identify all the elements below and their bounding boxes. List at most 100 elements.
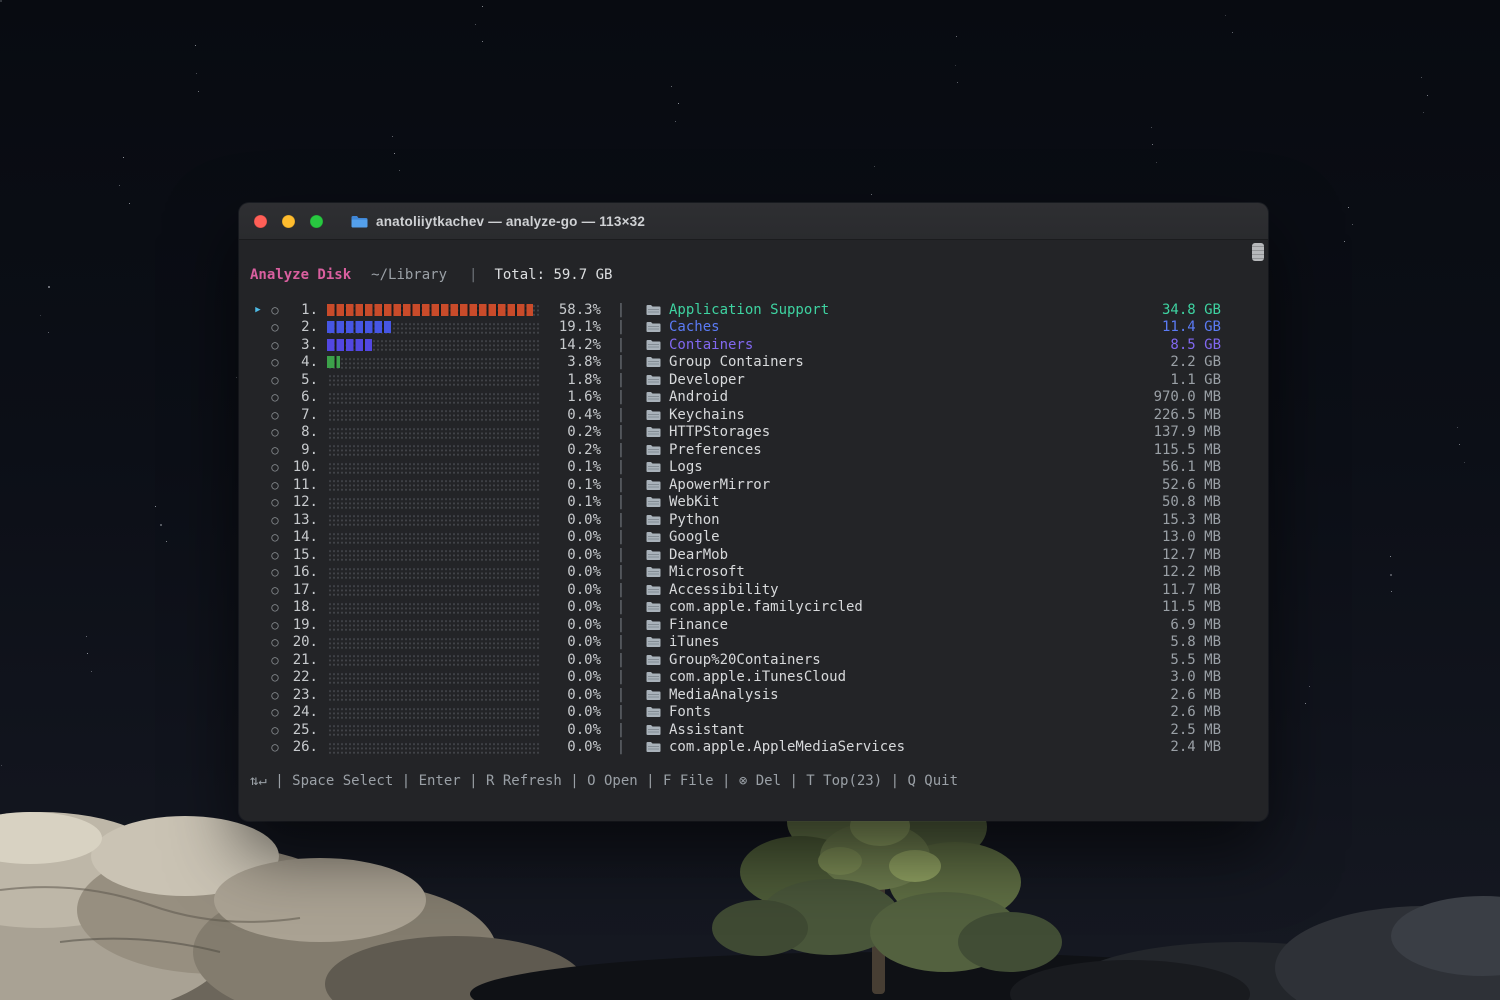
column-divider: | (616, 301, 626, 318)
row-size: 2.5 MB (1170, 721, 1221, 738)
radio-button[interactable]: ○ (266, 670, 284, 684)
row-name: com.apple.AppleMediaServices (669, 739, 906, 756)
radio-button[interactable]: ○ (266, 478, 284, 492)
radio-button[interactable]: ○ (266, 705, 284, 719)
radio-button[interactable]: ○ (266, 688, 284, 702)
row-name: Containers (669, 336, 754, 353)
folder-icon (641, 724, 665, 736)
window-titlebar[interactable]: anatoliiytkachev — analyze-go — 113×32 (239, 203, 1268, 240)
list-item[interactable]: ○ 24. 0.0% | Fonts 2.6 MB (250, 704, 1268, 722)
list-item[interactable]: ○ 18. 0.0% | com.apple.familycircled 11.… (250, 599, 1268, 617)
scroll-indicator[interactable] (1252, 243, 1264, 261)
folder-icon (641, 391, 665, 403)
list-item[interactable]: ○ 12. 0.1% | WebKit 50.8 MB (250, 494, 1268, 512)
row-number: 7. (301, 406, 318, 423)
usage-bar (327, 670, 539, 684)
terminal-content: Analyze Disk ~/Library | Total: 59.7 GB … (239, 240, 1268, 791)
list-item[interactable]: ○ 8. 0.2% | HTTPStorages 137.9 MB (250, 424, 1268, 442)
usage-bar (327, 355, 539, 369)
folder-icon (641, 496, 665, 508)
radio-button[interactable]: ○ (266, 303, 284, 317)
row-size: 11.4 GB (1161, 319, 1221, 336)
list-item[interactable]: ○ 6. 1.6% | Android 970.0 MB (250, 389, 1268, 407)
row-percent: 0.0% (567, 511, 601, 528)
usage-bar-fill (327, 338, 372, 351)
radio-button[interactable]: ○ (266, 740, 284, 754)
list-item[interactable]: ○ 25. 0.0% | Assistant 2.5 MB (250, 721, 1268, 739)
radio-button[interactable]: ○ (266, 723, 284, 737)
list-item[interactable]: ○ 4. 3.8% | Group Containers 2.2 GB (250, 354, 1268, 372)
row-number: 1. (301, 301, 318, 318)
row-size: 5.5 MB (1170, 651, 1221, 668)
list-item[interactable]: ○ 22. 0.0% | com.apple.iTunesCloud 3.0 M… (250, 669, 1268, 687)
row-percent: 0.0% (567, 616, 601, 633)
radio-button[interactable]: ○ (266, 548, 284, 562)
radio-button[interactable]: ○ (266, 443, 284, 457)
usage-bar (327, 723, 539, 737)
radio-button[interactable]: ○ (266, 338, 284, 352)
row-number: 9. (301, 441, 318, 458)
list-item[interactable]: ▶ ○ 1. 58.3% | Application Support 34.8 … (250, 301, 1268, 319)
usage-bar (327, 618, 539, 632)
list-item[interactable]: ○ 15. 0.0% | DearMob 12.7 MB (250, 546, 1268, 564)
radio-button[interactable]: ○ (266, 390, 284, 404)
column-divider: | (616, 546, 626, 563)
usage-bar (327, 565, 539, 579)
column-divider: | (616, 371, 626, 388)
list-item[interactable]: ○ 14. 0.0% | Google 13.0 MB (250, 529, 1268, 547)
radio-button[interactable]: ○ (266, 600, 284, 614)
radio-button[interactable]: ○ (266, 373, 284, 387)
list-item[interactable]: ○ 11. 0.1% | ApowerMirror 52.6 MB (250, 476, 1268, 494)
list-item[interactable]: ○ 7. 0.4% | Keychains 226.5 MB (250, 406, 1268, 424)
radio-button[interactable]: ○ (266, 653, 284, 667)
minimize-button[interactable] (282, 214, 295, 228)
list-item[interactable]: ○ 26. 0.0% | com.apple.AppleMediaService… (250, 739, 1268, 757)
folder-icon (641, 409, 665, 421)
row-size: 115.5 MB (1153, 441, 1221, 458)
list-item[interactable]: ○ 20. 0.0% | iTunes 5.8 MB (250, 634, 1268, 652)
row-size: 12.7 MB (1161, 546, 1221, 563)
row-name: com.apple.familycircled (669, 599, 863, 616)
window-controls (239, 214, 323, 228)
row-number: 13. (292, 511, 318, 528)
list-item[interactable]: ○ 21. 0.0% | Group%20Containers 5.5 MB (250, 651, 1268, 669)
list-item[interactable]: ○ 9. 0.2% | Preferences 115.5 MB (250, 441, 1268, 459)
radio-button[interactable]: ○ (266, 495, 284, 509)
close-button[interactable] (254, 214, 267, 228)
list-item[interactable]: ○ 17. 0.0% | Accessibility 11.7 MB (250, 581, 1268, 599)
list-item[interactable]: ○ 3. 14.2% | Containers 8.5 GB (250, 336, 1268, 354)
row-name: Google (669, 529, 720, 546)
row-percent: 14.2% (558, 336, 601, 353)
row-name: DearMob (669, 546, 729, 563)
usage-bar (327, 443, 539, 457)
list-item[interactable]: ○ 16. 0.0% | Microsoft 12.2 MB (250, 564, 1268, 582)
radio-button[interactable]: ○ (266, 355, 284, 369)
radio-button[interactable]: ○ (266, 635, 284, 649)
radio-button[interactable]: ○ (266, 530, 284, 544)
radio-button[interactable]: ○ (266, 618, 284, 632)
list-item[interactable]: ○ 19. 0.0% | Finance 6.9 MB (250, 616, 1268, 634)
radio-button[interactable]: ○ (266, 425, 284, 439)
row-name: Android (669, 389, 729, 406)
radio-button[interactable]: ○ (266, 583, 284, 597)
row-name: Assistant (669, 721, 745, 738)
list-item[interactable]: ○ 23. 0.0% | MediaAnalysis 2.6 MB (250, 686, 1268, 704)
zoom-button[interactable] (310, 214, 323, 228)
list-item[interactable]: ○ 2. 19.1% | Caches 11.4 GB (250, 319, 1268, 337)
usage-bar (327, 653, 539, 667)
radio-button[interactable]: ○ (266, 408, 284, 422)
radio-button[interactable]: ○ (266, 320, 284, 334)
list-item[interactable]: ○ 5. 1.8% | Developer 1.1 GB (250, 371, 1268, 389)
column-divider: | (616, 389, 626, 406)
list-item[interactable]: ○ 13. 0.0% | Python 15.3 MB (250, 511, 1268, 529)
list-item[interactable]: ○ 10. 0.1% | Logs 56.1 MB (250, 459, 1268, 477)
row-number: 17. (292, 581, 318, 598)
radio-button[interactable]: ○ (266, 513, 284, 527)
row-name: Microsoft (669, 564, 745, 581)
row-number: 11. (292, 476, 318, 493)
radio-button[interactable]: ○ (266, 565, 284, 579)
radio-button[interactable]: ○ (266, 460, 284, 474)
folder-icon (641, 339, 665, 351)
column-divider: | (616, 441, 626, 458)
row-percent: 0.0% (567, 634, 601, 651)
